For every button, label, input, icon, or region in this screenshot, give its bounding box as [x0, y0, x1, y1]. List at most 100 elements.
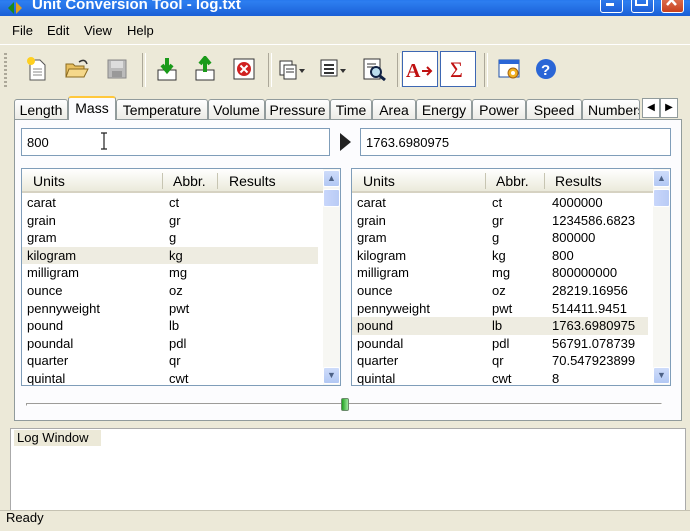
tab-scroll-right-icon[interactable]: ▶: [660, 98, 678, 118]
list-row[interactable]: kilogram kg 800: [352, 247, 648, 265]
toolbar-separator: [397, 53, 401, 87]
header-abbr[interactable]: Abbr.: [173, 173, 206, 189]
list-row[interactable]: ounce oz 28219.16956: [352, 282, 648, 300]
list-dropdown-icon[interactable]: [318, 53, 348, 85]
minimize-button[interactable]: [600, 0, 623, 13]
new-file-icon[interactable]: [22, 53, 52, 85]
open-folder-icon[interactable]: [62, 53, 92, 85]
list-row[interactable]: poundal pdl 56791.078739: [352, 335, 648, 353]
header-results[interactable]: Results: [555, 173, 602, 189]
unit-name-cell: gram: [357, 230, 387, 246]
header-abbr[interactable]: Abbr.: [496, 173, 529, 189]
header-separator[interactable]: [544, 173, 545, 189]
copy-dropdown-icon[interactable]: [276, 53, 306, 85]
output-value-field[interactable]: 1763.6980975: [360, 128, 671, 156]
list-row[interactable]: gram g: [22, 229, 318, 247]
settings-window-icon[interactable]: [495, 53, 525, 85]
unit-abbr-cell: pwt: [492, 300, 513, 316]
result-value-cell: 800000: [552, 230, 596, 246]
list-row[interactable]: pound lb 1763.6980975: [352, 317, 648, 335]
toolbar-separator: [268, 53, 272, 87]
delete-red-icon[interactable]: [229, 53, 259, 85]
tab-volume[interactable]: Volume: [208, 99, 265, 119]
close-button[interactable]: [661, 0, 684, 13]
tab-mass[interactable]: Mass: [68, 96, 116, 120]
list-row[interactable]: ounce oz: [22, 282, 318, 300]
tab-temperature[interactable]: Temperature: [116, 99, 208, 119]
sigma-icon[interactable]: Σ: [440, 51, 476, 87]
menu-file[interactable]: File: [12, 23, 33, 38]
list-row[interactable]: grain gr 1234586.6823: [352, 212, 648, 230]
list-row[interactable]: pennyweight pwt: [22, 300, 318, 318]
vertical-scrollbar[interactable]: ▲ ▼: [323, 169, 340, 385]
list-row[interactable]: carat ct 4000000: [352, 194, 648, 212]
tab-pressure[interactable]: Pressure: [265, 99, 330, 119]
result-value-cell: 514411.9451: [552, 300, 627, 316]
unit-name-cell: poundal: [357, 335, 404, 351]
input-value-field[interactable]: 800: [21, 128, 330, 156]
scroll-down-icon[interactable]: ▼: [653, 367, 670, 384]
title-bar[interactable]: Unit Conversion Tool - log.txt: [0, 0, 690, 16]
results-unit-list[interactable]: Units Abbr. Results ▲ ▼ carat ct 4000000 gr…: [351, 168, 671, 386]
save-disk-icon[interactable]: [102, 53, 132, 85]
header-units[interactable]: Units: [363, 173, 395, 189]
menu-help[interactable]: Help: [127, 23, 154, 38]
import-green-arrow-icon[interactable]: [152, 53, 182, 85]
list-row[interactable]: kilogram kg: [22, 246, 318, 265]
scroll-down-icon[interactable]: ▼: [323, 367, 340, 384]
scroll-up-icon[interactable]: ▲: [653, 170, 670, 187]
list-row[interactable]: pennyweight pwt 514411.9451: [352, 300, 648, 318]
font-format-icon[interactable]: A: [402, 51, 438, 87]
vertical-scrollbar[interactable]: ▲ ▼: [653, 169, 670, 385]
list-row[interactable]: carat ct: [22, 194, 318, 212]
list-row[interactable]: quarter qr: [22, 352, 318, 370]
toolbar-separator: [142, 53, 146, 87]
unit-name-cell: grain: [27, 212, 56, 228]
header-results[interactable]: Results: [229, 173, 276, 189]
tab-scroll-left-icon[interactable]: ◀: [642, 98, 660, 118]
log-window[interactable]: [10, 428, 686, 512]
unit-abbr-cell: gr: [169, 212, 181, 228]
tab-length[interactable]: Length: [14, 99, 68, 119]
tab-power[interactable]: Power: [472, 99, 526, 119]
splitter-handle[interactable]: [341, 398, 349, 411]
list-row[interactable]: quintal cwt: [22, 370, 318, 385]
tab-energy[interactable]: Energy: [416, 99, 472, 119]
result-value-cell: 56791.078739: [552, 335, 636, 351]
scroll-up-icon[interactable]: ▲: [323, 170, 340, 187]
header-separator[interactable]: [485, 173, 486, 189]
menu-view[interactable]: View: [84, 23, 112, 38]
help-icon[interactable]: ?: [531, 53, 561, 85]
result-value-cell: 8: [552, 371, 560, 386]
list-row[interactable]: poundal pdl: [22, 335, 318, 353]
list-row[interactable]: quarter qr 70.547923899: [352, 352, 648, 370]
header-separator[interactable]: [217, 173, 218, 189]
list-row[interactable]: quintal cwt 8: [352, 370, 648, 386]
tab-numbers[interactable]: Numbers: [582, 99, 640, 119]
list-row[interactable]: gram g 800000: [352, 229, 648, 247]
result-value-cell: 800: [552, 247, 574, 263]
tab-area[interactable]: Area: [372, 99, 416, 119]
unit-name-cell: pound: [27, 318, 64, 334]
scroll-thumb[interactable]: [323, 189, 340, 207]
list-row[interactable]: grain gr: [22, 212, 318, 230]
unit-name-cell: gram: [27, 230, 57, 246]
source-unit-list[interactable]: Units Abbr. Results ▲ ▼ carat ct grain gr gr…: [21, 168, 341, 386]
unit-name-cell: milligram: [357, 265, 409, 281]
list-row[interactable]: milligram mg 800000000: [352, 264, 648, 282]
maximize-button[interactable]: [631, 0, 654, 13]
tab-speed[interactable]: Speed: [526, 99, 582, 119]
unit-abbr-cell: oz: [492, 283, 506, 298]
export-green-arrow-icon[interactable]: [190, 53, 220, 85]
header-units[interactable]: Units: [33, 173, 65, 189]
scroll-thumb[interactable]: [653, 189, 670, 207]
unit-abbr-cell: lb: [492, 318, 503, 334]
list-row[interactable]: milligram mg: [22, 264, 318, 282]
unit-name-cell: carat: [357, 195, 386, 210]
preview-search-icon[interactable]: [359, 53, 389, 85]
menu-edit[interactable]: Edit: [47, 23, 69, 38]
tab-time[interactable]: Time: [330, 99, 372, 119]
toolbar-grip[interactable]: [4, 53, 7, 87]
header-separator[interactable]: [162, 173, 163, 189]
list-row[interactable]: pound lb: [22, 317, 318, 335]
